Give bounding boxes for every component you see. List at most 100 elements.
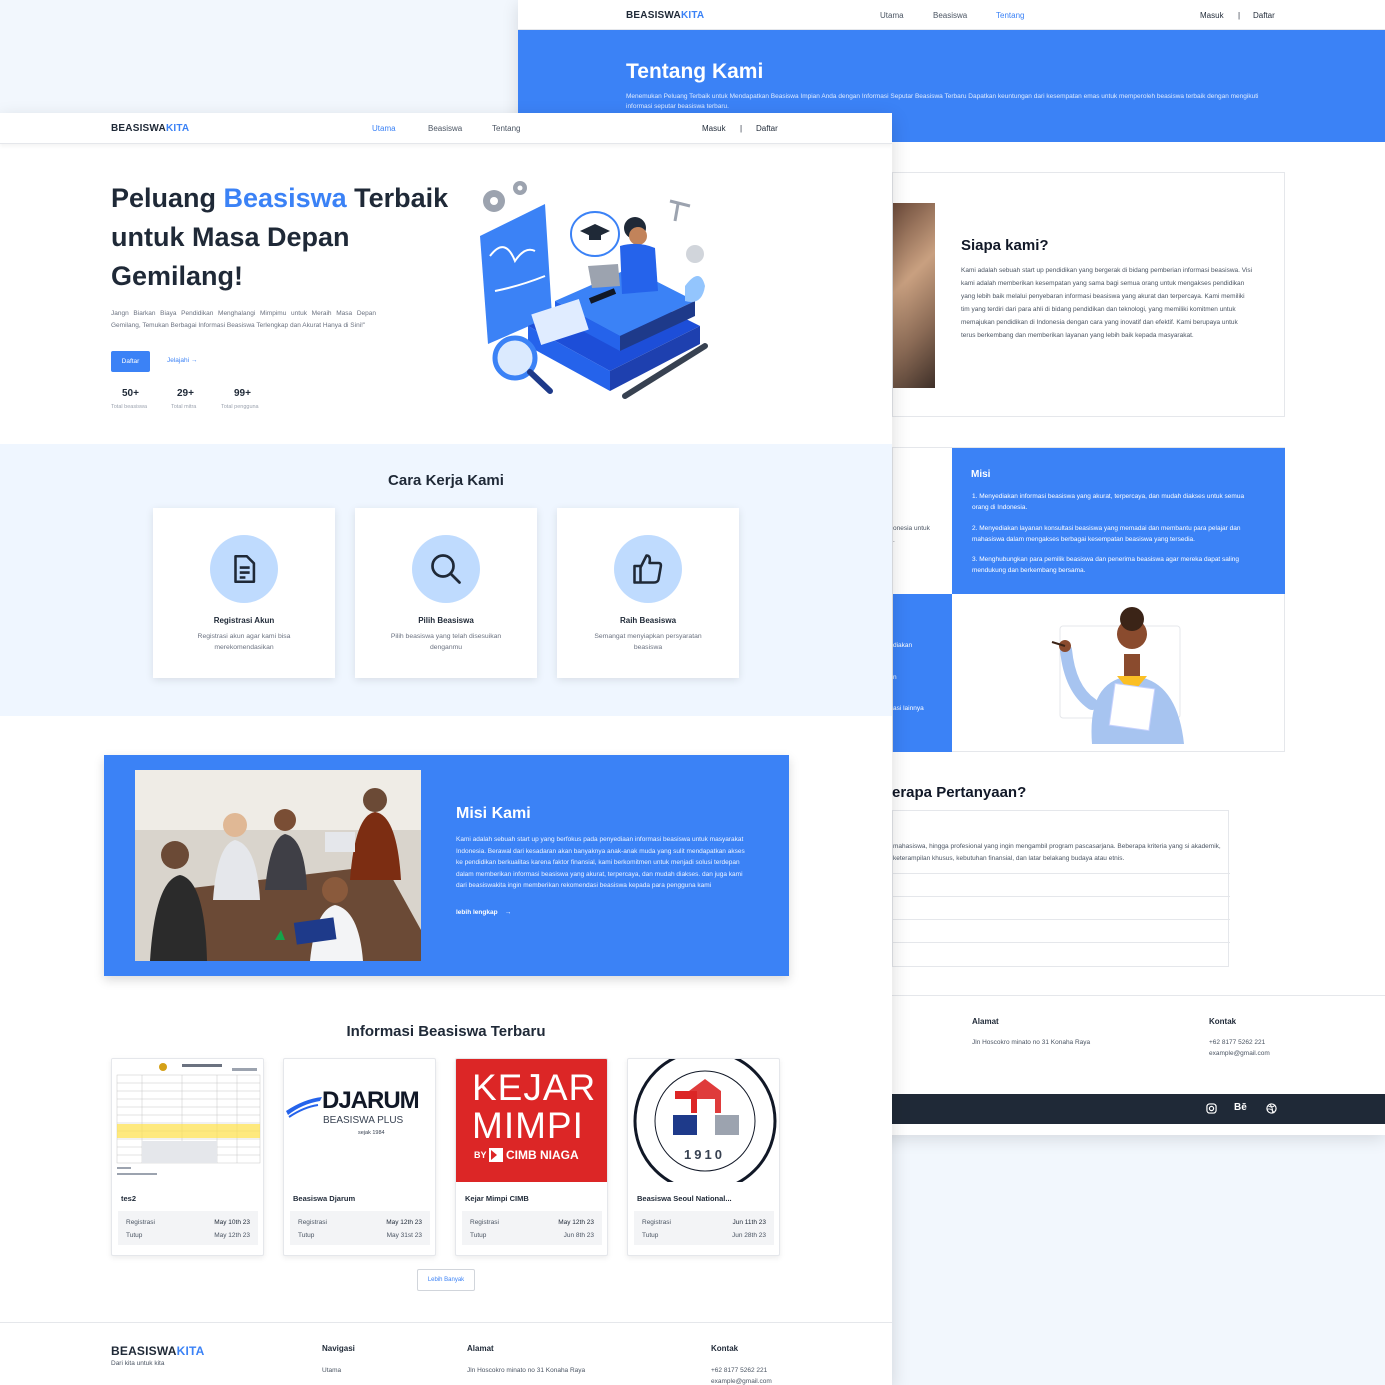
reg-date: May 12th 23 <box>386 1219 422 1226</box>
cimb-logo-text: KEJAR MIMPI <box>472 1067 597 1146</box>
seoul-seal-icon <box>633 1059 777 1182</box>
close-label: Tutup <box>642 1232 659 1239</box>
nav-scholarship[interactable]: Beasiswa <box>933 11 967 20</box>
footer-nav-home[interactable]: Utama <box>322 1365 341 1376</box>
step-title: Raih Beasiswa <box>619 616 677 625</box>
footer-phone: +62 8177 5262 221 <box>711 1367 768 1374</box>
nav-register[interactable]: Daftar <box>1253 11 1275 20</box>
footer-address-title: Alamat <box>467 1344 494 1353</box>
about-navbar: BEASISWAKITA Utama Beasiswa Tentang Masu… <box>518 0 1385 30</box>
mission-item-3: 3. Menghubungkan para pemilik beasiswa d… <box>972 556 1240 574</box>
stat-label: Total mitra <box>171 404 197 410</box>
scholarship-title: Beasiswa Djarum <box>293 1194 356 1203</box>
who-text: Kami adalah sebuah start up pendidikan y… <box>961 267 1253 339</box>
faq-title: erapa Pertanyaan? <box>892 784 1027 801</box>
nav-register[interactable]: Daftar <box>756 124 778 133</box>
step-title: Pilih Beasiswa <box>418 616 474 625</box>
mission-more-link[interactable]: lebih lengkap → <box>456 909 511 916</box>
reg-label: Registrasi <box>470 1219 499 1226</box>
scholarship-title: Beasiswa Seoul National... <box>637 1194 732 1203</box>
scholarship-dates: Registrasi Jun 11th 23 Tutup Jun 28th 23 <box>634 1211 774 1245</box>
nav-login[interactable]: Masuk <box>1200 11 1224 20</box>
cimb-logo-by: BY <box>474 1150 487 1160</box>
faq-divider <box>893 873 1230 874</box>
search-icon <box>412 535 480 603</box>
stat-value: 50+ <box>122 388 139 399</box>
step-title: Registrasi Akun <box>213 616 275 625</box>
about-footer-email: example@gmail.com <box>1209 1050 1270 1057</box>
scholarship-image: 1910 <box>628 1059 779 1182</box>
faq-divider <box>893 919 1230 920</box>
scholarship-card[interactable]: KEJAR MIMPI BY CIMB NIAGA Kejar Mimpi CIM… <box>455 1058 608 1256</box>
scholarship-title: tes2 <box>121 1194 137 1203</box>
home-navbar: BEASISWAKITA Utama Beasiswa Tentang Masu… <box>0 113 892 144</box>
nav-about[interactable]: Tentang <box>996 11 1024 20</box>
home-page-window: BEASISWAKITA Utama Beasiswa Tentang Masu… <box>0 113 892 1385</box>
scholarship-card[interactable]: DJARUM BEASISWA PLUS sejak 1984 Beasiswa… <box>283 1058 436 1256</box>
step-card: Raih Beasiswa Semangat menyiapkan persya… <box>557 508 739 678</box>
reg-label: Registrasi <box>642 1219 671 1226</box>
step-desc: Semangat menyiapkan persyaratan beasiswa <box>594 633 702 651</box>
cimb-logo-bank: CIMB NIAGA <box>506 1148 579 1162</box>
scholarship-dates: Registrasi May 12th 23 Tutup May 31st 23 <box>290 1211 430 1245</box>
seoul-logo-year: 1910 <box>684 1147 725 1162</box>
stat-value: 29+ <box>177 388 194 399</box>
stat-label: Total pengguna <box>221 404 259 410</box>
behance-icon[interactable]: Bē <box>1234 1102 1247 1113</box>
goals-fragment: asi lainnya <box>893 705 924 712</box>
scholarship-dates: Registrasi May 10th 23 Tutup May 12th 23 <box>118 1211 258 1245</box>
document-icon <box>210 535 278 603</box>
scholarship-image <box>112 1059 263 1182</box>
stat-value: 99+ <box>234 388 251 399</box>
nav-home[interactable]: Utama <box>372 124 396 133</box>
explore-link[interactable]: Jelajahi → <box>167 357 197 364</box>
reg-date: Jun 11th 23 <box>732 1219 767 1226</box>
mission-item-1: 1. Menyediakan informasi beasiswa yang a… <box>972 493 1245 511</box>
presenter-illustration <box>952 594 1285 752</box>
close-date: Jun 8th 23 <box>563 1232 594 1239</box>
brand-logo[interactable]: BEASISWAKITA <box>111 123 189 134</box>
djarum-logo-sub: BEASISWA PLUS <box>323 1115 404 1126</box>
arrow-right-icon: → <box>504 909 512 916</box>
hero-title: Peluang Beasiswa Terbaik untuk Masa Depan… <box>111 183 449 291</box>
close-date: May 12th 23 <box>214 1232 250 1239</box>
scholarship-card[interactable]: 1910 Beasiswa Seoul National... Registra… <box>627 1058 780 1256</box>
footer-tagline: Dari kita untuk kita <box>111 1360 165 1367</box>
nav-scholarship[interactable]: Beasiswa <box>428 124 462 133</box>
about-footer-contact-title: Kontak <box>1209 1017 1237 1026</box>
footer-nav-title: Navigasi <box>322 1344 355 1353</box>
scholarship-title: Kejar Mimpi CIMB <box>465 1194 529 1203</box>
scholarship-image: DJARUM BEASISWA PLUS sejak 1984 <box>284 1059 435 1182</box>
how-title: Cara Kerja Kami <box>388 472 504 489</box>
step-desc: Pilih beasiswa yang telah disesuikan den… <box>390 633 502 651</box>
close-label: Tutup <box>298 1232 315 1239</box>
about-hero-desc: Menemukan Peluang Terbaik untuk Mendapat… <box>626 93 1259 110</box>
goals-fragment: diakan <box>893 642 913 649</box>
mission-title: Misi <box>971 469 991 480</box>
nav-separator: | <box>1238 11 1241 20</box>
mission-grid: onesia untuk . Misi 1. Menyediakan infor… <box>892 447 1285 752</box>
footer-divider <box>0 1322 892 1323</box>
register-button[interactable]: Daftar <box>111 351 150 372</box>
more-button[interactable]: Lebih Banyak <box>417 1269 475 1291</box>
nav-login[interactable]: Masuk <box>702 124 726 133</box>
step-card: Pilih Beasiswa Pilih beasiswa yang telah… <box>355 508 537 678</box>
nav-home[interactable]: Utama <box>880 11 904 20</box>
brand-logo[interactable]: BEASISWAKITA <box>626 10 704 21</box>
instagram-icon[interactable] <box>1206 1103 1217 1114</box>
dribbble-icon[interactable] <box>1266 1103 1277 1114</box>
who-card: Siapa kami? Kami adalah sebuah start up … <box>892 172 1285 417</box>
who-title: Siapa kami? <box>961 237 1049 254</box>
scholarship-card[interactable]: tes2 Registrasi May 10th 23 Tutup May 12… <box>111 1058 264 1256</box>
scholarship-dates: Registrasi May 12th 23 Tutup Jun 8th 23 <box>462 1211 602 1245</box>
footer-address: Jln Hoscokro minato no 31 Konaha Raya <box>467 1367 586 1374</box>
nav-about[interactable]: Tentang <box>492 124 520 133</box>
djarum-swoosh-icon <box>286 1097 322 1118</box>
stat-label: Total beasiswa <box>111 404 148 410</box>
faq-divider <box>893 942 1230 943</box>
team-meeting-photo <box>135 770 421 961</box>
footer-contact-title: Kontak <box>711 1344 739 1353</box>
footer-brand: BEASISWAKITA <box>111 1344 205 1358</box>
close-date: May 31st 23 <box>386 1232 422 1239</box>
mission-item-2: 2. Menyediakan layanan konsultasi beasis… <box>972 525 1241 543</box>
